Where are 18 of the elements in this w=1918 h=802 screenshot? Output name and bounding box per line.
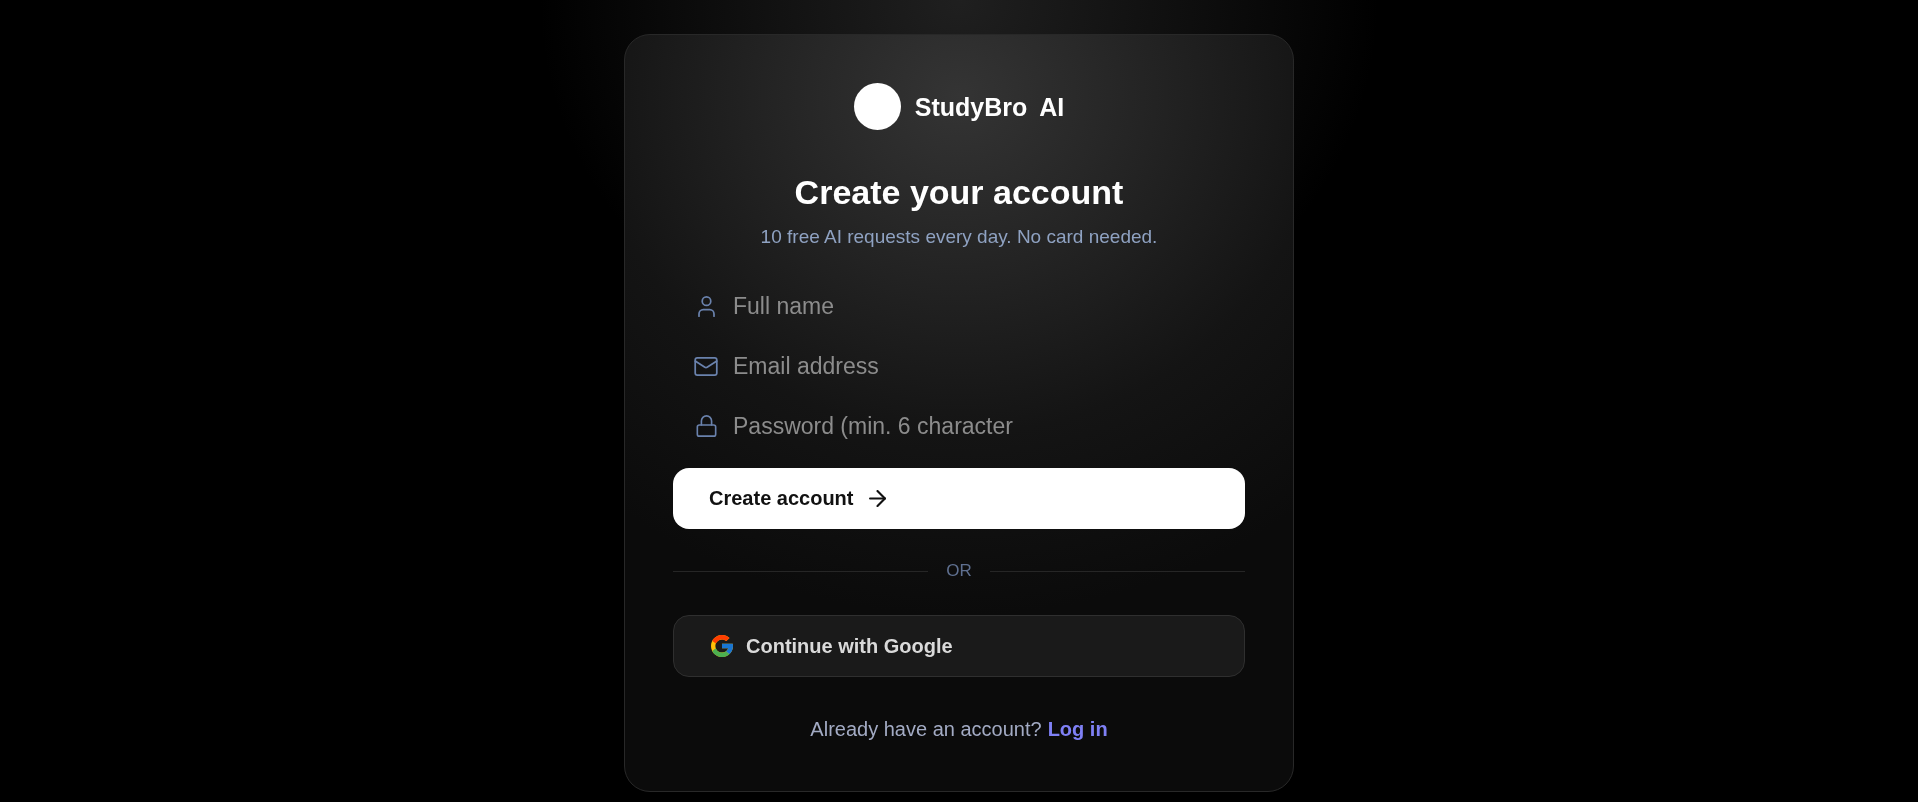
- input-field[interactable]: Email address: [733, 348, 1053, 384]
- google-signin-button[interactable]: Continue with Google: [673, 615, 1245, 677]
- brand-suffix: AI: [1039, 91, 1065, 122]
- input-field[interactable]: Password (min. 6 character: [733, 408, 1053, 444]
- lock-icon: [695, 415, 717, 437]
- create-account-button[interactable]: Create account: [673, 468, 1245, 529]
- arrow-right-icon: [868, 490, 886, 507]
- person-icon: [697, 295, 715, 317]
- login-prompt: Already have an account?: [810, 717, 1042, 742]
- divider-label: OR: [945, 561, 973, 581]
- circle-logo-icon: [853, 83, 901, 130]
- login-link[interactable]: Log in: [1047, 716, 1108, 742]
- g-logo-icon: [711, 635, 733, 657]
- mail-icon: [694, 356, 718, 376]
- brand-name: StudyBro: [914, 91, 1028, 122]
- input-field[interactable]: Full name: [733, 288, 1053, 324]
- page-title: Create your account: [793, 172, 1125, 213]
- subtitle: 10 free AI requests every day. No card needed.: [759, 225, 1159, 249]
